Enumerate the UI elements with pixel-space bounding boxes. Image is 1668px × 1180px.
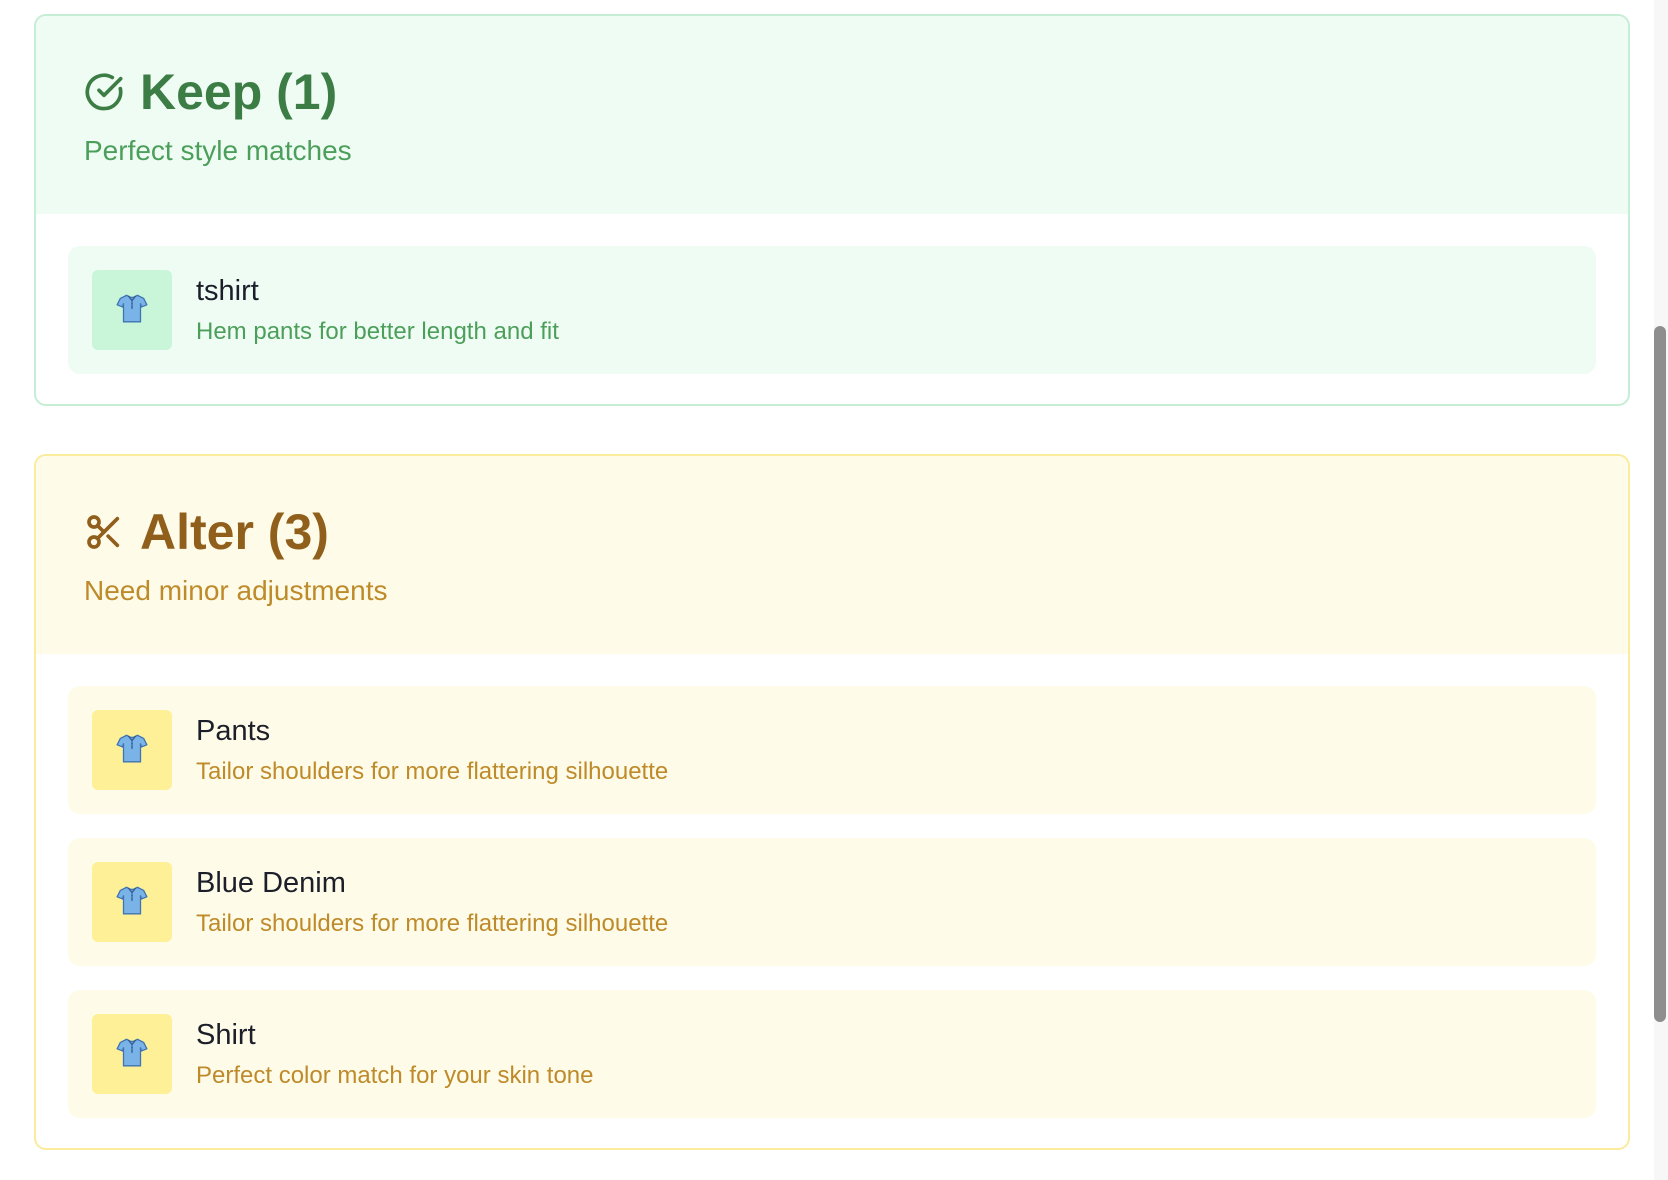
keep-title: Keep (1) xyxy=(140,64,338,120)
keep-subtitle: Perfect style matches xyxy=(84,135,352,166)
tshirt-icon xyxy=(115,883,149,922)
item-description: Hem pants for better length and fit xyxy=(196,318,559,345)
item-name: Blue Denim xyxy=(196,867,346,899)
alter-subtitle: Need minor adjustments xyxy=(84,575,388,606)
item-name: Pants xyxy=(196,715,271,747)
alter-title-row: Alter (3) xyxy=(84,502,1580,562)
keep-title-row: Keep (1) xyxy=(84,62,1580,122)
page: Keep (1) Perfect style matches tshirt He… xyxy=(0,0,1668,1180)
keep-item-list: tshirt Hem pants for better length and f… xyxy=(36,214,1628,374)
scrollbar-track[interactable] xyxy=(1654,0,1668,1180)
list-item[interactable]: Pants Tailor shoulders for more flatteri… xyxy=(68,686,1596,814)
alter-section: Alter (3) Need minor adjustments Pants T… xyxy=(34,454,1630,1150)
item-thumbnail xyxy=(92,270,172,350)
item-text: tshirt Hem pants for better length and f… xyxy=(196,273,559,347)
item-description: Tailor shoulders for more flattering sil… xyxy=(196,758,669,785)
list-item[interactable]: Blue Denim Tailor shoulders for more fla… xyxy=(68,838,1596,966)
item-description: Tailor shoulders for more flattering sil… xyxy=(196,910,669,937)
item-text: Pants Tailor shoulders for more flatteri… xyxy=(196,713,668,787)
alter-header: Alter (3) Need minor adjustments xyxy=(36,456,1628,654)
alter-item-list: Pants Tailor shoulders for more flatteri… xyxy=(36,654,1628,1118)
alter-title: Alter (3) xyxy=(140,504,329,560)
list-item[interactable]: tshirt Hem pants for better length and f… xyxy=(68,246,1596,374)
tshirt-icon xyxy=(115,291,149,330)
item-thumbnail xyxy=(92,862,172,942)
item-name: tshirt xyxy=(196,275,259,307)
keep-section: Keep (1) Perfect style matches tshirt He… xyxy=(34,14,1630,406)
scrollbar-thumb[interactable] xyxy=(1654,326,1666,1022)
tshirt-icon xyxy=(115,731,149,770)
item-thumbnail xyxy=(92,710,172,790)
item-text: Blue Denim Tailor shoulders for more fla… xyxy=(196,865,668,939)
keep-header: Keep (1) Perfect style matches xyxy=(36,16,1628,214)
item-text: Shirt Perfect color match for your skin … xyxy=(196,1017,594,1091)
tshirt-icon xyxy=(115,1035,149,1074)
item-name: Shirt xyxy=(196,1019,256,1051)
scissors-icon xyxy=(84,512,124,552)
check-circle-icon xyxy=(84,72,124,112)
item-thumbnail xyxy=(92,1014,172,1094)
list-item[interactable]: Shirt Perfect color match for your skin … xyxy=(68,990,1596,1118)
item-description: Perfect color match for your skin tone xyxy=(196,1062,594,1089)
